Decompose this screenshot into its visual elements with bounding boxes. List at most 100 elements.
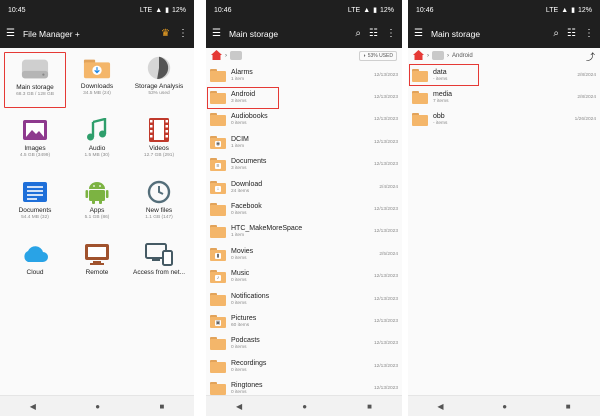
storage-used-badge[interactable]: ◑ 53% USED bbox=[358, 51, 397, 61]
menu-icon[interactable]: ☰ bbox=[6, 29, 15, 39]
folder-icon bbox=[210, 382, 226, 396]
search-icon[interactable]: ⌕ bbox=[355, 29, 361, 39]
folder-row[interactable]: ◉ DCIM 1 item 12/13/2023 bbox=[206, 131, 402, 153]
tile-label: Main storage bbox=[16, 84, 54, 91]
folder-row[interactable]: Audiobooks 0 items 12/13/2023 bbox=[206, 109, 402, 131]
folder-item-count: 1 item bbox=[231, 233, 245, 239]
status-time: 10:46 bbox=[416, 6, 434, 14]
folder-icon: ▮ bbox=[210, 247, 226, 261]
tile-new-files[interactable]: New files 1.1 GB (147) bbox=[128, 176, 190, 232]
folder-icon: ↓ bbox=[210, 180, 226, 194]
tile-remote[interactable]: Remote bbox=[66, 238, 128, 294]
folder-row[interactable]: Facebook 0 items 12/13/2023 bbox=[206, 198, 402, 220]
tile-main-storage[interactable]: Main storage 68.3 GB / 128 GB bbox=[4, 52, 66, 108]
film-badge-icon: ▮ bbox=[215, 252, 221, 259]
folder-date: 12/13/2023 bbox=[373, 117, 398, 123]
system-nav-bar: ◀ ● ■ bbox=[0, 395, 194, 416]
folder-icon: ◉ bbox=[210, 135, 226, 149]
tile-sub: 1.1 GB (147) bbox=[145, 215, 173, 220]
chevron-right-icon: › bbox=[447, 53, 449, 59]
folder-row[interactable]: media 7 items 2/8/2024 bbox=[408, 86, 600, 108]
folder-date: 2/8/2024 bbox=[577, 72, 596, 78]
back-icon[interactable]: ◀ bbox=[30, 402, 36, 411]
image-badge-icon: ▣ bbox=[215, 319, 221, 326]
tile-label: Storage Analysis bbox=[134, 83, 184, 90]
tile-label: Audio bbox=[88, 145, 106, 152]
tile-sub: 12.7 GB (291) bbox=[143, 153, 175, 158]
folder-row[interactable]: ↓ Download 24 items 2/4/2024 bbox=[206, 176, 402, 198]
doc-badge-icon: ≡ bbox=[215, 163, 221, 170]
home-icon[interactable] bbox=[413, 50, 424, 62]
status-bar: 10:46 LTE ▲ ▮ 12% bbox=[408, 0, 600, 20]
folder-row[interactable]: Alarms 1 item 12/13/2023 bbox=[206, 64, 402, 86]
folder-icon: ▣ bbox=[210, 314, 226, 328]
android-folder-screen: 10:46 LTE ▲ ▮ 12% ☰ Main storage ⌕ ☷ ⋮ ›… bbox=[408, 0, 600, 416]
folder-name: Ringtones bbox=[231, 382, 263, 390]
folder-icon bbox=[412, 91, 428, 105]
tile-label: New files bbox=[145, 207, 173, 214]
tile-audio[interactable]: Audio 1.5 MB (30) bbox=[66, 114, 128, 170]
tile-videos[interactable]: Videos 12.7 GB (291) bbox=[128, 114, 190, 170]
network-label: LTE bbox=[347, 6, 361, 14]
folder-row[interactable]: ▣ Pictures 60 items 12/13/2023 bbox=[206, 310, 402, 332]
tile-access-from-network[interactable]: Access from net... bbox=[128, 238, 190, 294]
breadcrumb-current[interactable]: Android bbox=[452, 53, 473, 59]
status-bar: 10:46 LTE ▲ ▮ 12% bbox=[206, 0, 402, 20]
tile-storage-analysis[interactable]: Storage Analysis 53% used bbox=[128, 52, 190, 108]
folder-list: Alarms 1 item 12/13/2023 Android 3 items 12/1… bbox=[206, 64, 402, 400]
menu-icon[interactable]: ☰ bbox=[414, 29, 423, 39]
filter-sliders-icon[interactable]: ☷ bbox=[369, 29, 378, 39]
folder-row[interactable]: Notifications 0 items 12/13/2023 bbox=[206, 288, 402, 310]
folder-name: Documents bbox=[231, 158, 267, 166]
folder-row[interactable]: ♪ Music 0 items 12/13/2023 bbox=[206, 266, 402, 288]
folder-item-count: - items bbox=[433, 121, 448, 127]
back-icon[interactable]: ◀ bbox=[236, 402, 242, 411]
folder-row[interactable]: ≡ Documents 3 items 12/13/2023 bbox=[206, 154, 402, 176]
folder-row[interactable]: ▮ Movies 0 items 2/5/2024 bbox=[206, 243, 402, 265]
folder-item-count: 0 items bbox=[231, 367, 247, 373]
pie-chart-icon: ◑ bbox=[362, 53, 366, 59]
tile-label: Remote bbox=[85, 269, 109, 276]
folder-row[interactable]: Recordings 0 items 12/13/2023 bbox=[206, 355, 402, 377]
folder-icon: ♪ bbox=[210, 270, 226, 284]
folder-row[interactable]: obb - items 1/26/2024 bbox=[408, 109, 600, 131]
tile-cloud[interactable]: Cloud bbox=[4, 238, 66, 294]
storage-drive-icon[interactable] bbox=[432, 50, 444, 62]
home-icon[interactable]: ● bbox=[302, 402, 307, 411]
menu-icon[interactable]: ☰ bbox=[212, 29, 221, 39]
tile-downloads[interactable]: Downloads 34.5 MB (24) bbox=[66, 52, 128, 108]
recents-icon[interactable]: ■ bbox=[159, 402, 164, 411]
more-options-icon[interactable]: ⋮ bbox=[386, 29, 396, 39]
screen-title: Main storage bbox=[228, 29, 279, 39]
arrow-up-icon[interactable]: ⤴ bbox=[586, 50, 595, 63]
camera-badge-icon: ◉ bbox=[215, 140, 221, 147]
home-icon[interactable]: ● bbox=[95, 402, 100, 411]
recents-icon[interactable]: ■ bbox=[566, 402, 571, 411]
tile-sub: 4.5 GB (3499) bbox=[19, 153, 51, 158]
more-options-icon[interactable]: ⋮ bbox=[178, 29, 188, 39]
chevron-right-icon: › bbox=[427, 53, 429, 59]
folder-name: Pictures bbox=[231, 314, 257, 322]
tile-images[interactable]: Images 4.5 GB (3499) bbox=[4, 114, 66, 170]
back-icon[interactable]: ◀ bbox=[437, 402, 443, 411]
home-icon[interactable]: ● bbox=[502, 402, 507, 411]
home-icon[interactable] bbox=[211, 50, 222, 62]
battery-level: 12% bbox=[379, 6, 394, 14]
folder-row[interactable]: HTC_MakeMoreSpace 1 item 12/13/2023 bbox=[206, 221, 402, 243]
storage-drive-icon[interactable] bbox=[230, 50, 242, 62]
filter-sliders-icon[interactable]: ☷ bbox=[567, 29, 576, 39]
folder-date: 12/13/2023 bbox=[373, 162, 398, 168]
folder-item-count: 60 items bbox=[231, 322, 250, 328]
folder-row[interactable]: Podcasts 0 items 12/13/2023 bbox=[206, 333, 402, 355]
tile-documents[interactable]: Documents 54.4 MB (32) bbox=[4, 176, 66, 232]
folder-date: 12/13/2023 bbox=[373, 386, 398, 392]
recents-icon[interactable]: ■ bbox=[367, 402, 372, 411]
crown-icon[interactable]: ♛ bbox=[161, 29, 170, 39]
tile-apps[interactable]: Apps 5.1 GB (86) bbox=[66, 176, 128, 232]
folder-item-count: 0 items bbox=[231, 211, 247, 217]
more-options-icon[interactable]: ⋮ bbox=[584, 29, 594, 39]
search-icon[interactable]: ⌕ bbox=[553, 29, 559, 39]
home-tile-grid: Main storage 68.3 GB / 128 GB Downloads … bbox=[0, 48, 194, 294]
folder-name: Recordings bbox=[231, 359, 267, 367]
folder-item-count: 1 item bbox=[231, 143, 245, 149]
